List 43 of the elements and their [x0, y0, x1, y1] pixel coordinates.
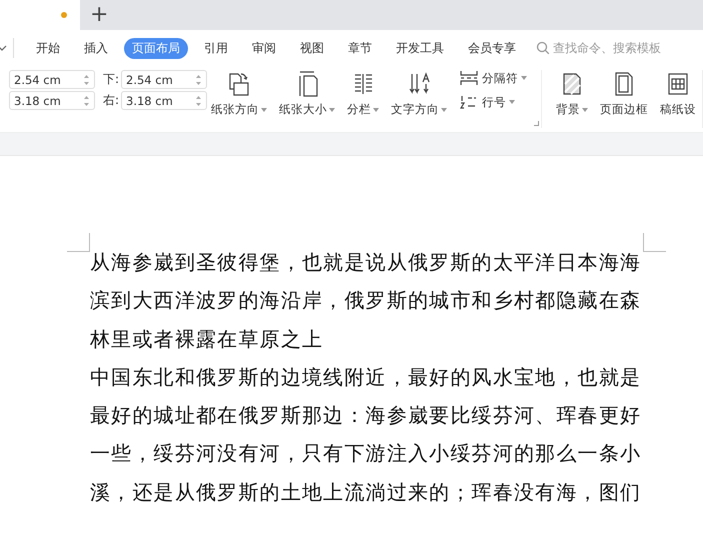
- ribbon-button[interactable]: 分隔符: [459, 70, 528, 86]
- margin-spinbox[interactable]: 2.54 cm: [9, 70, 95, 89]
- button-label: 稿纸设: [660, 102, 696, 117]
- ribbon-button[interactable]: 纸张大小: [279, 70, 336, 117]
- ribbon-tab[interactable]: 插入: [76, 38, 116, 58]
- margin-label: 下:: [102, 71, 119, 88]
- ribbon-tab[interactable]: 开始: [28, 38, 68, 58]
- ribbon-button[interactable]: 分栏: [347, 70, 380, 117]
- button-label: 行号: [482, 94, 506, 110]
- margin-spinbox[interactable]: 3.18 cm: [121, 91, 207, 110]
- ribbon-tab[interactable]: 引用: [196, 38, 236, 58]
- new-tab-button[interactable]: +: [90, 4, 108, 26]
- button-label: 背景: [556, 102, 580, 117]
- margin-corner-mark: [67, 233, 90, 252]
- margin-label: 右:: [102, 92, 119, 109]
- ribbon-tab[interactable]: 审阅: [244, 38, 284, 58]
- button-label: 纸张方向: [211, 102, 260, 117]
- ribbon-tab[interactable]: 章节: [340, 38, 380, 58]
- search-icon: [536, 41, 550, 55]
- button-label: 纸张大小: [279, 102, 328, 117]
- ribbon-tab[interactable]: 会员专享: [460, 38, 524, 58]
- margin-spinbox[interactable]: 3.18 cm: [9, 91, 95, 110]
- ribbon-button[interactable]: 文字方向: [391, 70, 448, 117]
- button-label: 页面边框: [600, 102, 648, 117]
- body-paragraph: 从海参崴到圣彼得堡，也就是说从俄罗斯的太平洋日本海海滨到大西洋波罗的海沿岸，俄罗斯的城市和乡村都隐藏在森林里或者裸露在草原之上: [90, 251, 642, 353]
- ribbon-button[interactable]: 稿纸设: [660, 70, 696, 117]
- spin-arrows-icon: [83, 72, 90, 86]
- ribbon-button[interactable]: 纸张方向: [211, 70, 268, 117]
- spin-arrows-icon: [195, 94, 202, 108]
- button-label: 分栏: [347, 102, 372, 117]
- ribbon-button[interactable]: 页面边框: [600, 70, 648, 117]
- ribbon-tab[interactable]: 开发工具: [388, 38, 452, 58]
- ribbon-button[interactable]: 背景: [556, 70, 588, 117]
- ribbon-button[interactable]: 行号: [459, 94, 528, 110]
- button-label: 分隔符: [482, 70, 518, 86]
- ribbon-tab[interactable]: 视图: [292, 38, 332, 58]
- button-label: 文字方向: [391, 102, 440, 117]
- page-break-icon: [459, 70, 480, 86]
- body-paragraph: 中国东北和俄罗斯的边境线附近，最好的风水宝地，也就是最好的城址都在俄罗斯那边：海参崴要比绥芬河、珲春更好一些，绥芬河没有河，只有下游注入小绥芬河的那么一条小溪，还是从俄罗斯的土地上流淌过来的；珲春没有海，图们: [90, 366, 642, 506]
- spin-arrows-icon: [195, 72, 202, 86]
- margin-corner-mark: [643, 233, 666, 252]
- spin-arrows-icon: [83, 94, 90, 108]
- margin-spinbox[interactable]: 2.54 cm: [121, 70, 207, 89]
